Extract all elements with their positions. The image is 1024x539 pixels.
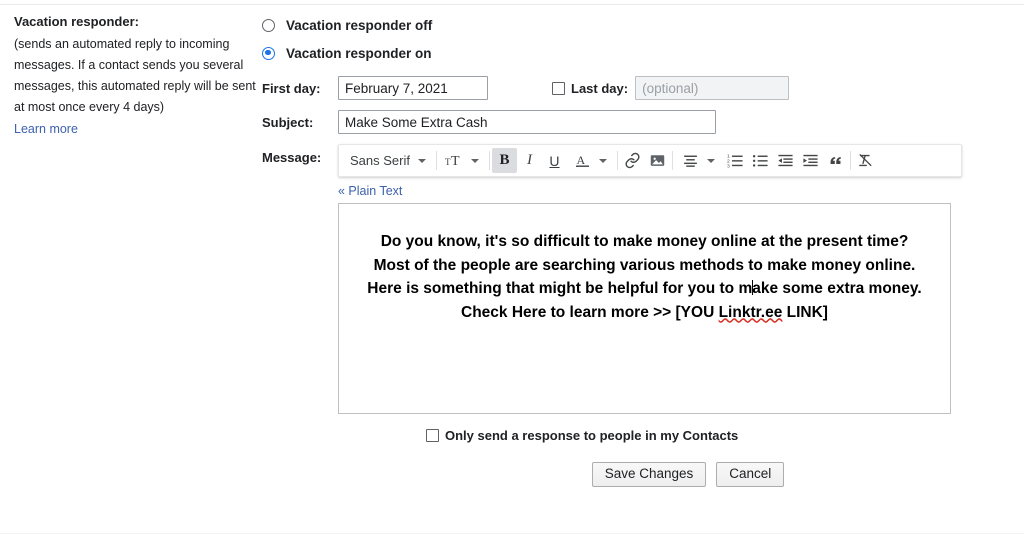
- message-body-editor[interactable]: Do you know, it's so difficult to make m…: [338, 203, 951, 414]
- underline-label: U: [549, 152, 560, 169]
- save-changes-button[interactable]: Save Changes: [591, 462, 707, 487]
- first-day-row: First day: Last day:: [262, 76, 1002, 100]
- chevron-down-icon: [417, 158, 426, 163]
- bulleted-list-button[interactable]: [748, 148, 773, 173]
- message-line-3-after-cursor: ake some extra money.: [752, 280, 922, 297]
- svg-text:1: 1: [727, 154, 730, 160]
- first-day-label: First day:: [262, 80, 321, 96]
- top-divider: [0, 4, 1024, 5]
- indent-button[interactable]: [798, 148, 823, 173]
- section-title: Vacation responder:: [14, 14, 139, 29]
- section-note: (sends an automated reply to incoming me…: [14, 37, 256, 114]
- cancel-button[interactable]: Cancel: [716, 462, 785, 487]
- italic-label: I: [526, 152, 532, 168]
- italic-button[interactable]: I: [517, 148, 542, 173]
- plain-text-link[interactable]: « Plain Text: [338, 184, 402, 198]
- toolbar-divider: [671, 151, 673, 170]
- svg-text:3: 3: [727, 164, 730, 169]
- message-line-4-prefix: Check Here to learn more >> [YOU: [461, 303, 719, 321]
- radio-vacation-responder-on[interactable]: [262, 46, 275, 60]
- last-day-input[interactable]: [635, 76, 790, 100]
- bold-label: B: [499, 152, 510, 168]
- font-family-dropdown[interactable]: Sans Serif: [341, 145, 434, 176]
- message-line-3: Here is something that might be helpful …: [353, 277, 936, 301]
- font-family-value: Sans Serif: [350, 153, 410, 168]
- contacts-only-row[interactable]: Only send a response to people in my Con…: [426, 428, 1024, 443]
- message-line-2: Most of the people are searching various…: [373, 256, 916, 274]
- form-actions: Save Changes Cancel: [338, 462, 1024, 487]
- radio-vacation-responder-off[interactable]: [262, 18, 275, 32]
- insert-image-button[interactable]: [645, 148, 670, 173]
- contacts-only-label: Only send a response to people in my Con…: [445, 428, 739, 443]
- text-color-dropdown[interactable]: A: [567, 145, 615, 176]
- message-label: Message:: [262, 150, 322, 165]
- learn-more-link[interactable]: Learn more: [14, 119, 78, 140]
- last-day-checkbox[interactable]: [552, 81, 565, 95]
- last-day-group: Last day:: [552, 76, 790, 100]
- quote-button[interactable]: [823, 148, 848, 173]
- vacation-responder-form: Vacation responder off Vacation responde…: [262, 12, 1002, 487]
- radio-label-off[interactable]: Vacation responder off: [286, 18, 432, 33]
- outdent-button[interactable]: [773, 148, 798, 173]
- editor-toolbar: Sans Serif T T B I U A 1 2 3: [338, 144, 962, 177]
- message-row: Message: Sans Serif T T B I U A 1 2 3 « …: [262, 144, 1002, 487]
- message-line-1: Do you know, it's so difficult to make m…: [380, 233, 909, 250]
- align-center-icon: [678, 148, 703, 173]
- toolbar-divider: [435, 151, 437, 170]
- bottom-divider: [0, 533, 1024, 534]
- misspelled-word: Linktr.ee: [718, 303, 783, 321]
- svg-text:A: A: [576, 153, 585, 167]
- subject-row: Subject:: [262, 110, 1002, 134]
- remove-formatting-button[interactable]: [853, 148, 878, 173]
- message-line-4-suffix: LINK]: [782, 303, 828, 321]
- font-size-icon: T T: [442, 148, 467, 173]
- toolbar-divider: [849, 151, 851, 170]
- svg-text:2: 2: [727, 159, 730, 165]
- underline-button[interactable]: U: [542, 148, 567, 173]
- align-dropdown[interactable]: [675, 145, 723, 176]
- radio-row-on[interactable]: Vacation responder on: [262, 40, 1002, 66]
- message-editor: Sans Serif T T B I U A 1 2 3 « Plain Tex…: [338, 144, 1024, 487]
- toolbar-divider: [616, 151, 618, 170]
- message-line-3-before-cursor: Here is something that might be helpful …: [367, 280, 753, 297]
- insert-link-button[interactable]: [620, 148, 645, 173]
- contacts-only-checkbox[interactable]: [426, 429, 439, 442]
- svg-text:T: T: [451, 154, 460, 168]
- first-day-input[interactable]: [338, 76, 488, 100]
- font-size-dropdown[interactable]: T T: [439, 145, 487, 176]
- vacation-responder-description: Vacation responder: (sends an automated …: [14, 12, 258, 140]
- subject-label: Subject:: [262, 114, 314, 130]
- text-color-icon: A: [570, 148, 595, 173]
- toolbar-divider: [488, 151, 490, 170]
- numbered-list-button[interactable]: 1 2 3: [723, 148, 748, 173]
- message-content: Do you know, it's so difficult to make m…: [353, 230, 936, 324]
- subject-input[interactable]: [338, 110, 716, 134]
- chevron-down-icon: [470, 158, 479, 163]
- message-line-4: Check Here to learn more >> [YOU Linktr.…: [353, 301, 936, 325]
- radio-label-on[interactable]: Vacation responder on: [286, 46, 432, 61]
- last-day-label: Last day:: [571, 80, 629, 96]
- plain-text-toggle-row: « Plain Text: [338, 177, 1024, 203]
- chevron-down-icon: [706, 158, 715, 163]
- chevron-down-icon: [598, 158, 607, 163]
- radio-row-off[interactable]: Vacation responder off: [262, 12, 1002, 38]
- bold-button[interactable]: B: [491, 148, 517, 173]
